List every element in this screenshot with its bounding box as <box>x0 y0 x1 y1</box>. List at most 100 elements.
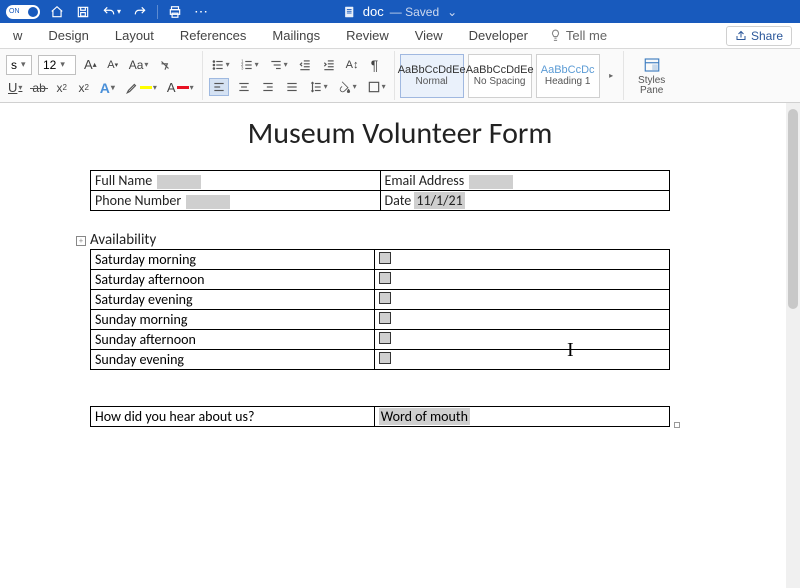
phone-cell[interactable]: Phone Number <box>91 191 381 211</box>
tab-view[interactable]: View <box>402 23 456 48</box>
tab-design[interactable]: Design <box>35 23 101 48</box>
tab-developer[interactable]: Developer <box>456 23 541 48</box>
tab-references[interactable]: References <box>167 23 259 48</box>
vertical-scrollbar[interactable] <box>786 103 800 588</box>
underline-icon[interactable]: U▾ <box>6 79 24 97</box>
hear-value[interactable]: Word of mouth <box>379 408 470 425</box>
style-no-spacing[interactable]: AaBbCcDdEe No Spacing <box>468 54 532 98</box>
full-name-label: Full Name <box>95 172 152 189</box>
styles-gallery-more-icon[interactable]: ▸ <box>603 54 619 98</box>
avail-check-3[interactable] <box>374 310 669 330</box>
autosave-toggle[interactable]: ON <box>6 5 40 19</box>
tell-me-search[interactable]: Tell me <box>549 28 607 43</box>
tab-layout[interactable]: Layout <box>102 23 167 48</box>
checkbox-icon[interactable] <box>379 272 391 284</box>
borders-icon[interactable]: ▾ <box>365 78 388 96</box>
highlight-icon[interactable]: ▾ <box>123 79 159 97</box>
full-name-field[interactable] <box>157 175 201 189</box>
date-label: Date <box>385 192 412 209</box>
font-size-combo[interactable]: 12▾ <box>38 55 76 75</box>
bullets-icon[interactable]: ▾ <box>209 56 232 74</box>
page: Museum Volunteer Form Full Name Email Ad… <box>50 115 750 427</box>
numbering-icon[interactable]: 123▾ <box>238 56 261 74</box>
email-field[interactable] <box>469 175 513 189</box>
font-color-icon[interactable]: A▾ <box>165 79 196 97</box>
style-normal[interactable]: AaBbCcDdEe Normal <box>400 54 464 98</box>
justify-icon[interactable] <box>283 78 301 96</box>
align-right-icon[interactable] <box>259 78 277 96</box>
more-icon[interactable]: ⋯ <box>192 3 210 21</box>
avail-label-2: Saturday evening <box>91 290 375 310</box>
scroll-thumb[interactable] <box>788 109 798 309</box>
lightbulb-icon <box>549 29 562 42</box>
share-button[interactable]: Share <box>726 26 792 46</box>
checkbox-icon[interactable] <box>379 352 391 364</box>
ribbon-body: s▾ 12▾ A▴ A▾ Aa▾ U▾ ab x2 x2 A▾ ▾ A▾ ▾ 1… <box>0 49 800 103</box>
checkbox-icon[interactable] <box>379 312 391 324</box>
increase-indent-icon[interactable] <box>320 56 338 74</box>
font-name-combo[interactable]: s▾ <box>6 55 32 75</box>
save-icon[interactable] <box>74 3 92 21</box>
styles-pane-button[interactable]: Styles Pane <box>630 53 674 98</box>
contact-table: Full Name Email Address Phone Number Dat… <box>90 170 670 211</box>
home-icon[interactable] <box>48 3 66 21</box>
table-resize-handle[interactable] <box>674 422 680 428</box>
avail-label-3: Sunday morning <box>91 310 375 330</box>
checkbox-icon[interactable] <box>379 332 391 344</box>
avail-check-0[interactable] <box>374 250 669 270</box>
avail-label-0: Saturday morning <box>91 250 375 270</box>
paragraph-group: ▾ 123▾ ▾ A↕ ¶ ▾ ▾ ▾ <box>203 51 395 100</box>
redo-icon[interactable] <box>131 3 149 21</box>
subscript-icon[interactable]: x2 <box>54 79 70 97</box>
align-center-icon[interactable] <box>235 78 253 96</box>
doc-name[interactable]: doc <box>363 4 384 19</box>
date-value[interactable]: 11/1/21 <box>414 192 464 209</box>
decrease-font-icon[interactable]: A▾ <box>105 56 121 74</box>
clear-format-icon[interactable] <box>156 56 174 74</box>
increase-font-icon[interactable]: A▴ <box>82 56 99 74</box>
avail-label-4: Sunday afternoon <box>91 330 375 350</box>
show-marks-icon[interactable]: ¶ <box>367 56 383 74</box>
styles-pane-group: Styles Pane <box>624 51 680 100</box>
phone-field[interactable] <box>186 195 230 209</box>
decrease-indent-icon[interactable] <box>296 56 314 74</box>
undo-icon[interactable]: ▾ <box>100 3 123 21</box>
avail-label-5: Sunday evening <box>91 350 375 370</box>
full-name-cell[interactable]: Full Name <box>91 171 381 191</box>
tab-review[interactable]: Review <box>333 23 402 48</box>
align-left-icon[interactable] <box>209 78 229 96</box>
email-cell[interactable]: Email Address <box>380 171 670 191</box>
tab-mailings[interactable]: Mailings <box>259 23 333 48</box>
shading-icon[interactable]: ▾ <box>336 78 359 96</box>
avail-label-1: Saturday afternoon <box>91 270 375 290</box>
multilevel-list-icon[interactable]: ▾ <box>267 56 290 74</box>
avail-check-2[interactable] <box>374 290 669 310</box>
tab-review-partial[interactable]: w <box>0 23 35 48</box>
strikethrough-icon[interactable]: ab <box>30 79 47 97</box>
text-effects-icon[interactable]: A▾ <box>98 79 117 97</box>
saved-status: — Saved <box>390 5 439 19</box>
quick-access-toolbar: ON ▾ ⋯ <box>0 3 210 21</box>
svg-text:3: 3 <box>241 65 244 70</box>
avail-check-5[interactable] <box>374 350 669 370</box>
chevron-down-icon[interactable]: ⌄ <box>447 5 457 19</box>
hear-value-cell[interactable]: Word of mouth <box>374 407 669 427</box>
table-anchor-icon[interactable]: + <box>76 236 86 246</box>
styles-group: AaBbCcDdEe Normal AaBbCcDdEe No Spacing … <box>395 51 624 100</box>
avail-check-4[interactable] <box>374 330 669 350</box>
avail-check-1[interactable] <box>374 270 669 290</box>
text-cursor-icon: I <box>567 339 574 362</box>
line-spacing-icon[interactable]: ▾ <box>307 78 330 96</box>
print-icon[interactable] <box>166 3 184 21</box>
superscript-icon[interactable]: x2 <box>76 79 92 97</box>
styles-pane-label: Styles Pane <box>638 76 665 96</box>
style-heading-1[interactable]: AaBbCcDc Heading 1 <box>536 54 600 98</box>
document-area[interactable]: Museum Volunteer Form Full Name Email Ad… <box>0 103 800 588</box>
checkbox-icon[interactable] <box>379 252 391 264</box>
hear-label-cell: How did you hear about us? <box>91 407 375 427</box>
date-cell[interactable]: Date 11/1/21 <box>380 191 670 211</box>
sort-icon[interactable]: A↕ <box>344 56 361 74</box>
styles-pane-icon <box>642 56 662 74</box>
change-case-icon[interactable]: Aa▾ <box>127 56 151 74</box>
checkbox-icon[interactable] <box>379 292 391 304</box>
